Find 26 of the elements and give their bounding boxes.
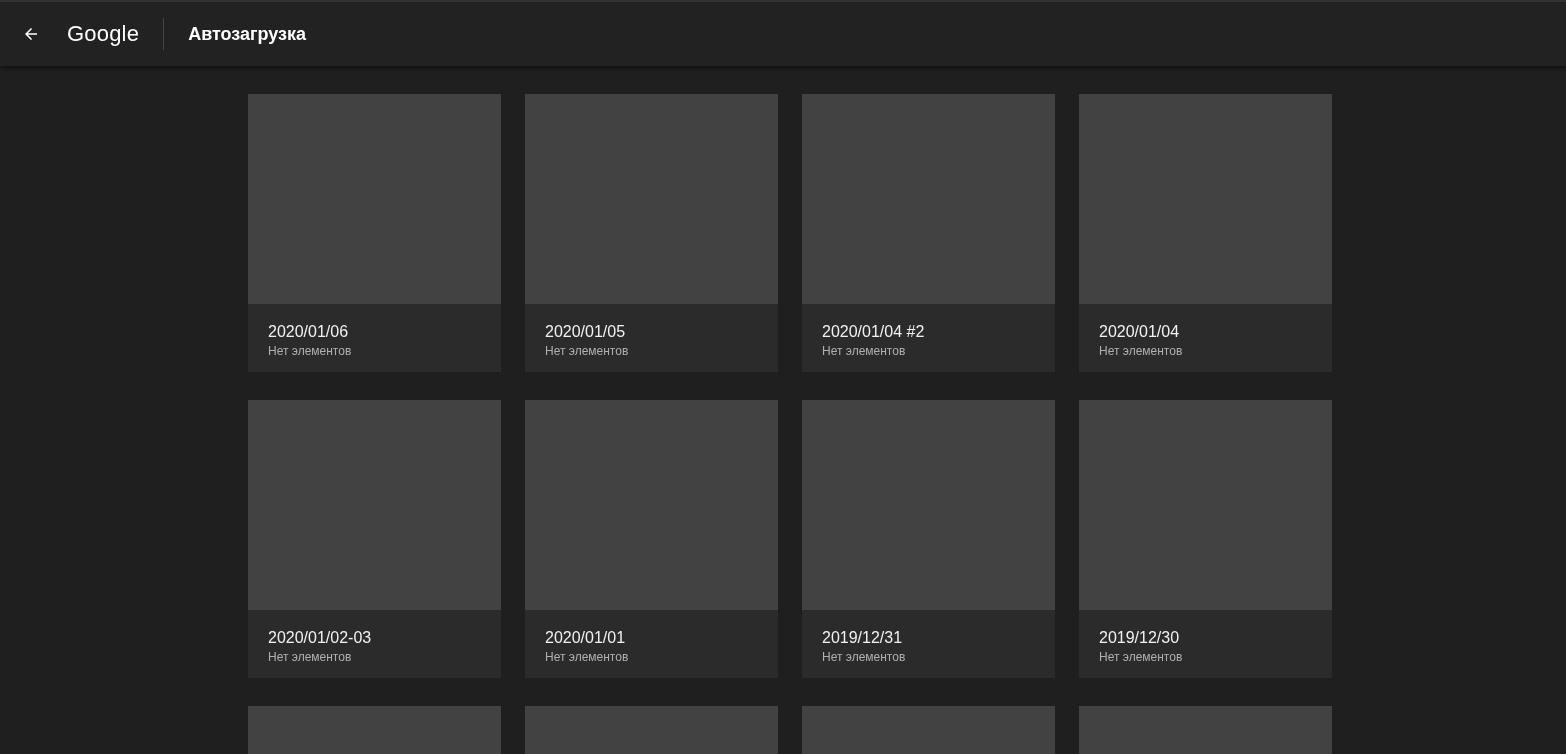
- album-count: Нет элементов: [822, 344, 907, 358]
- album-card[interactable]: 2019/12/30 Нет элементов: [1079, 400, 1332, 678]
- album-title: 2020/01/01: [545, 629, 627, 647]
- album-title: 2019/12/31: [822, 629, 904, 647]
- page-title: Автозагрузка: [188, 23, 307, 45]
- album-card[interactable]: 2020/01/06 Нет элементов: [248, 94, 501, 372]
- album-card[interactable]: 2020/01/01 Нет элементов: [525, 400, 778, 678]
- album-title: 2020/01/06: [268, 323, 350, 341]
- album-title: 2020/01/04: [1099, 323, 1181, 341]
- album-count: Нет элементов: [545, 650, 630, 664]
- album-count: Нет элементов: [545, 344, 630, 358]
- album-count: Нет элементов: [1099, 344, 1184, 358]
- album-card[interactable]: 2020/01/05 Нет элементов: [525, 94, 778, 372]
- logo: Google: [67, 21, 140, 47]
- album-title: 2019/12/30: [1099, 629, 1181, 647]
- album-count: Нет элементов: [1099, 650, 1184, 664]
- album-count: Нет элементов: [268, 650, 353, 664]
- album-card[interactable]: 2020/01/04 #2 Нет элементов: [802, 94, 1055, 372]
- album-card[interactable]: 2020/01/02-03 Нет элементов: [248, 400, 501, 678]
- album-count: Нет элементов: [822, 650, 907, 664]
- album-card[interactable]: 2019/12/31 Нет элементов: [802, 400, 1055, 678]
- album-title: 2020/01/05: [545, 323, 627, 341]
- album-title: 2020/01/02-03: [268, 629, 373, 647]
- album-count: Нет элементов: [268, 344, 353, 358]
- album-card[interactable]: 2020/01/04 Нет элементов: [1079, 94, 1332, 372]
- album-title: 2020/01/04 #2: [822, 323, 926, 341]
